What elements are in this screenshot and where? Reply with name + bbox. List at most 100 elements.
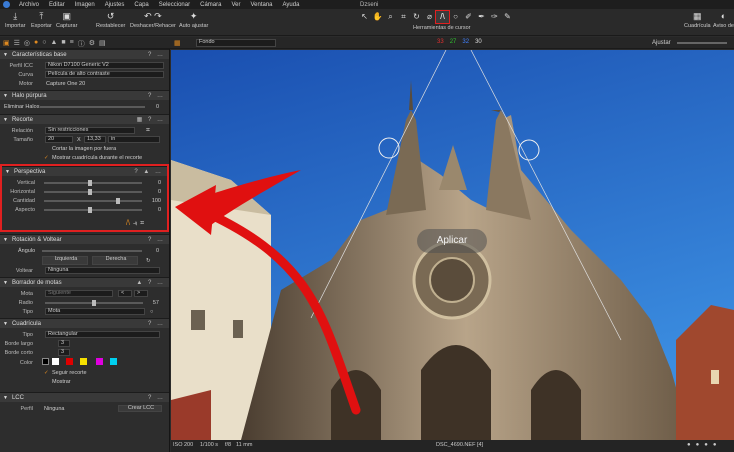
flip-select[interactable]: Ninguna xyxy=(45,267,160,274)
capture-button[interactable]: ▣ Capturar xyxy=(56,11,77,29)
swatch-black[interactable] xyxy=(42,358,49,365)
spot-type-select[interactable]: Mota xyxy=(45,308,145,315)
icc-profile-select[interactable]: Nikon D7100 Generic V2 xyxy=(45,62,164,69)
swatch-yellow[interactable] xyxy=(80,358,87,365)
section-crop[interactable]: ▼ Recorte ▦ ? … xyxy=(0,114,169,124)
short-edge-input[interactable]: 3 xyxy=(58,349,70,356)
auto-adjust-button[interactable]: ✦ Auto ajustar xyxy=(179,11,208,29)
fit-zoom-label[interactable]: Ajustar xyxy=(652,40,671,46)
show-grid-toggle[interactable]: Mostrar xyxy=(52,379,71,385)
crop-unit-select[interactable]: in xyxy=(108,136,160,143)
menu-ver[interactable]: Ver xyxy=(226,2,245,8)
annotate-tool-icon[interactable]: ✎ xyxy=(501,11,514,23)
aspect-slider[interactable] xyxy=(44,209,142,211)
exposure-tab-icon[interactable]: ● xyxy=(34,39,38,49)
swatch-cyan[interactable] xyxy=(110,358,117,365)
menu-imagen[interactable]: Imagen xyxy=(70,2,100,8)
reset-button[interactable]: ↺ Restablecer xyxy=(96,11,125,29)
swatch-magenta[interactable] xyxy=(96,358,103,365)
section-spot[interactable]: ▼ Borrador de motas ▲ ? … xyxy=(0,277,169,287)
pointer-tool-icon[interactable]: ↖ xyxy=(358,11,371,23)
batch-tab-icon[interactable]: ▤ xyxy=(99,39,106,49)
pan-tool-icon[interactable]: ✋ xyxy=(371,11,384,23)
menu-seleccionar[interactable]: Seleccionar xyxy=(154,2,195,8)
local-tab-icon[interactable]: ■ xyxy=(61,39,65,49)
follow-crop-checkbox[interactable]: Seguir recorte xyxy=(52,370,87,376)
keystone-horizontal-icon[interactable]: ⫣ xyxy=(133,220,137,228)
menu-archivo[interactable]: Archivo xyxy=(14,2,44,8)
import-button[interactable]: ⤓ Importar xyxy=(5,11,25,29)
long-edge-input[interactable]: 3 xyxy=(58,340,70,347)
crop-icon[interactable]: ⌗ xyxy=(146,127,150,135)
section-grid[interactable]: ▼ Cuadrícula ? … xyxy=(0,318,169,328)
layer-select[interactable]: Fondo xyxy=(196,39,276,47)
horizontal-slider[interactable] xyxy=(44,191,142,193)
upload-icon: ⤒ xyxy=(39,11,44,21)
section-rotation[interactable]: ▼ Rotación & Voltear ? … xyxy=(0,234,169,244)
output-tab-icon[interactable]: ⚙ xyxy=(89,39,95,49)
camera-tab-icon[interactable]: ▣ xyxy=(3,39,10,49)
rotate-left-button[interactable]: Izquierda xyxy=(42,256,88,265)
keystone-vertical-icon[interactable]: /\ xyxy=(126,220,130,228)
lens-tab-icon[interactable]: ○ xyxy=(42,39,46,49)
keystone-full-icon[interactable]: ⌗ xyxy=(140,220,144,228)
apply-keystone-button[interactable]: Aplicar xyxy=(417,229,487,253)
amount-slider[interactable] xyxy=(44,200,142,202)
menu-ajustes[interactable]: Ajustes xyxy=(100,2,130,8)
rotate-right-button[interactable]: Derecha xyxy=(92,256,138,265)
curve-select[interactable]: Película de alto contraste xyxy=(45,71,164,78)
crop-width-input[interactable]: 20 xyxy=(45,136,73,143)
swatch-white[interactable] xyxy=(52,358,59,365)
ratio-select[interactable]: Sin restricciones xyxy=(45,127,135,134)
angle-slider[interactable] xyxy=(42,250,142,252)
menu-ventana[interactable]: Ventana xyxy=(245,2,277,8)
section-halo[interactable]: ▼ Halo púrpura ? … xyxy=(0,90,169,100)
menu-capa[interactable]: Capa xyxy=(129,2,153,8)
color-tab-icon[interactable]: ◎ xyxy=(24,39,30,49)
undo-redo-button[interactable]: ↶ ↷ Deshacer/Rehacer xyxy=(130,11,176,29)
export-button[interactable]: ⤒ Exportar xyxy=(31,11,52,29)
details-tab-icon[interactable]: ▲ xyxy=(50,39,57,49)
filename-label: DSC_4690.NEF [4] xyxy=(436,442,484,448)
meta-tab-icon[interactable]: ⓘ xyxy=(78,39,85,49)
spot-circle-icon[interactable]: ○ xyxy=(150,309,153,315)
vertical-slider[interactable] xyxy=(44,182,142,184)
spot-tool-icon[interactable]: ○ xyxy=(449,11,462,23)
zoom-tool-icon[interactable]: ⌕ xyxy=(384,11,397,23)
wb-picker-icon[interactable]: ✑ xyxy=(488,11,501,23)
swatch-red[interactable] xyxy=(66,358,73,365)
grid-type-select[interactable]: Rectangular xyxy=(45,331,160,338)
section-base[interactable]: ▼ Características base ? … xyxy=(0,49,169,59)
create-lcc-button[interactable]: Crear LCC xyxy=(118,405,162,412)
keystone-tool-icon[interactable]: /\ xyxy=(435,10,450,24)
straighten-tool-icon[interactable]: ⌀ xyxy=(423,11,436,23)
section-tools-icon[interactable]: ? … xyxy=(148,52,165,58)
section-lcc[interactable]: ▼ LCC ? … xyxy=(0,392,169,402)
menu-ayuda[interactable]: Ayuda xyxy=(278,2,305,8)
menu-editar[interactable]: Editar xyxy=(44,2,70,8)
warning-button[interactable]: ◐ Aviso de xyxy=(713,11,734,29)
viewer-grid-icon[interactable]: ▦ xyxy=(174,39,181,47)
readout-green: 27 xyxy=(449,39,457,45)
section-perspective[interactable]: ▼ Perspectiva ? ▲ … xyxy=(2,166,167,176)
grid-button[interactable]: ▦ Cuadrícula xyxy=(684,11,711,29)
prev-spot-button[interactable]: < xyxy=(118,290,132,297)
crop-outside-checkbox[interactable]: Cortar la imagen por fuera xyxy=(52,146,116,152)
rotate-tool-icon[interactable]: ↻ xyxy=(410,11,423,23)
brush-tool-icon[interactable]: ✐ xyxy=(462,11,475,23)
eyedropper-tool-icon[interactable]: ✒ xyxy=(475,11,488,23)
library-tab-icon[interactable]: ☰ xyxy=(14,39,20,49)
zoom-slider[interactable] xyxy=(677,42,727,44)
rotate-icon[interactable]: ↻ xyxy=(146,258,151,264)
crop-tool-icon[interactable]: ⌗ xyxy=(397,11,410,23)
menu-camara[interactable]: Cámara xyxy=(195,2,226,8)
next-spot-button[interactable]: > xyxy=(134,290,148,297)
readout-blue: 32 xyxy=(462,39,470,45)
halo-slider[interactable] xyxy=(40,106,145,108)
adjust-tab-icon[interactable]: ≡ xyxy=(70,39,74,49)
show-grid-checkbox[interactable]: Mostrar cuadrícula durante el recorte xyxy=(52,155,142,161)
rating-dots-icon[interactable]: ● xyxy=(687,442,691,448)
spot-select[interactable]: Siguiente xyxy=(45,290,113,297)
crop-height-input[interactable]: 13,33 xyxy=(84,136,106,143)
image-viewer[interactable]: Aplicar xyxy=(171,50,734,440)
